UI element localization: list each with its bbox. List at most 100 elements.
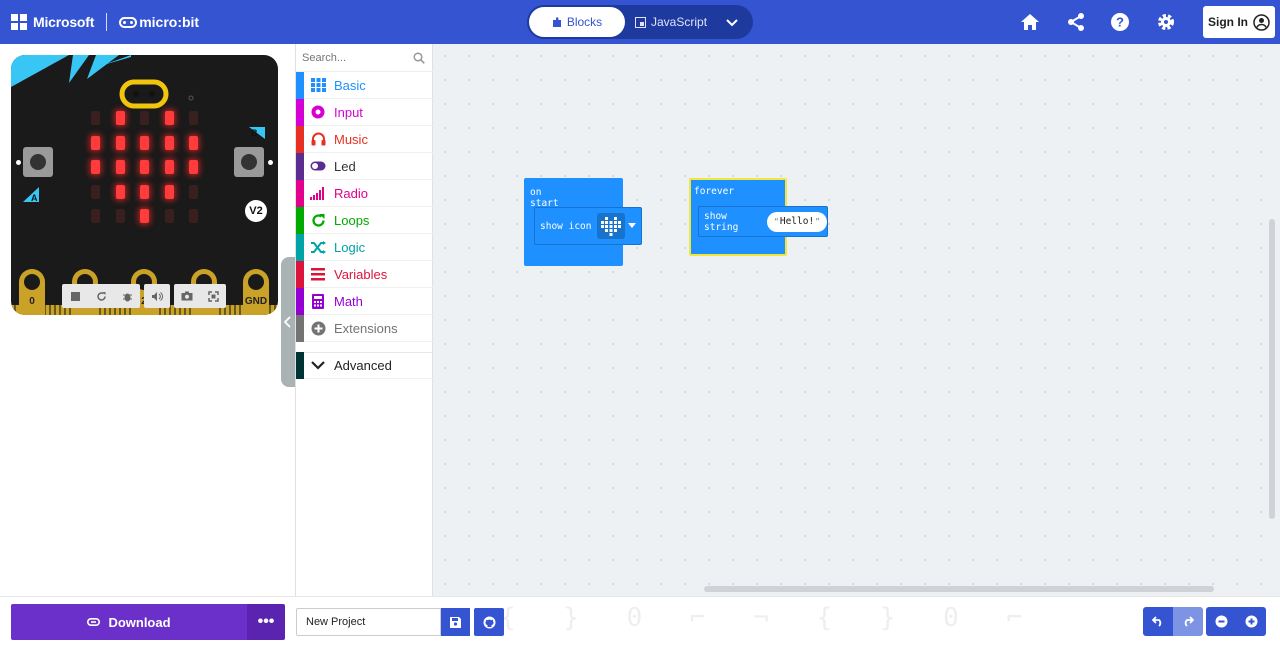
button-b[interactable] [234,147,264,177]
show-icon-block[interactable]: show icon [534,207,642,245]
list-icon [310,266,326,282]
tab-blocks-label: Blocks [566,15,603,29]
vertical-scrollbar[interactable] [1269,219,1275,519]
category-led[interactable]: Led [296,152,433,180]
speaker-icon [152,291,163,301]
brand[interactable]: Microsoft micro:bit [11,13,199,31]
category-logic[interactable]: Logic [296,233,433,261]
led-pixel [115,209,125,223]
sign-in-button[interactable]: Sign In [1203,6,1275,38]
tab-javascript[interactable]: JavaScript [635,7,725,37]
project-name-input[interactable] [296,608,441,636]
tab-blocks[interactable]: Blocks [529,7,625,37]
share-icon[interactable] [1065,11,1087,33]
collapse-simulator-handle[interactable] [281,257,295,387]
svg-text:B: B [251,128,258,138]
zoom-out-button[interactable] [1206,607,1236,636]
category-label: Advanced [334,358,392,373]
microbit-logo: micro:bit [119,14,199,30]
led-pixel [140,111,149,125]
led-pixel [164,209,174,223]
fullscreen-icon [207,290,219,302]
gear-icon[interactable] [1155,11,1177,33]
chevron-down-icon[interactable] [723,13,741,31]
category-math[interactable]: Math [296,287,433,315]
toggle-icon [310,158,326,174]
led-pixel [164,135,174,150]
horizontal-scrollbar[interactable] [704,586,1214,592]
category-stripe [296,179,304,207]
minus-circle-icon [1215,615,1227,628]
category-label: Radio [334,185,368,201]
makecode-editor: Microsoft micro:bit Blocks JavaScript ? … [0,0,1280,646]
microsoft-logo-icon [11,14,27,30]
search-input[interactable] [302,49,412,67]
button-a[interactable] [23,147,53,177]
pin-gnd[interactable] [243,269,269,315]
string-input[interactable]: “ Hello! ” [767,211,827,232]
category-label: Loops [334,212,370,228]
led-pixel [91,135,100,150]
help-icon[interactable]: ? [1109,11,1131,33]
show-string-block[interactable]: show string “ Hello! ” [698,206,828,237]
category-stripe [296,152,304,180]
github-icon [483,616,495,628]
category-label: Variables [334,266,388,282]
bug-icon [122,293,132,301]
download-button[interactable]: Download [11,604,247,640]
category-radio[interactable]: Radio [296,179,433,207]
string-value: Hello! [779,216,815,227]
fullscreen-button[interactable] [200,284,226,308]
stop-icon [70,291,80,301]
restart-button[interactable] [88,284,114,308]
category-basic[interactable]: Basic [296,71,433,99]
plus-circle-icon [310,320,326,336]
undo-button[interactable] [1143,607,1173,636]
dropdown-arrow-icon[interactable] [628,223,637,229]
screenshot-button[interactable] [174,284,200,308]
js-icon [635,16,646,28]
led-pixel [189,209,198,223]
category-input[interactable]: Input [296,98,433,126]
user-icon [1253,13,1270,31]
simulator-panel: A B A B V2 0 1 2 3V G [0,44,295,596]
forever-label: forever [694,186,735,197]
category-loops[interactable]: Loops [296,206,433,234]
microbit-logo-icon [119,16,138,28]
download-more-button[interactable]: ••• [247,604,285,640]
category-advanced[interactable]: Advanced [296,352,433,379]
debug-button[interactable] [114,284,140,308]
target-icon [310,104,326,120]
category-extensions[interactable]: Extensions [296,314,433,342]
toolbox: Basic Input Music Led Radio Loops [295,44,433,596]
category-music[interactable]: Music [296,125,433,153]
category-variables[interactable]: Variables [296,260,433,288]
search-icon[interactable] [413,52,425,64]
led-pixel [164,160,174,174]
brand-microbit-text: micro:bit [139,14,200,30]
undo-icon [1152,616,1162,627]
grid-icon [310,77,326,93]
chevron-left-icon [284,316,291,328]
save-button[interactable] [441,608,470,636]
category-stripe [296,125,304,153]
category-stripe [296,314,304,342]
pin-0[interactable] [19,269,45,315]
close-quote-icon: ” [815,217,820,226]
led-pixel [189,184,198,199]
mute-button[interactable] [144,284,170,308]
category-stripe [296,71,304,99]
bottom-bar: Download ••• { } 0 ⌐ ¬ { } 0 ⌐ [0,596,1280,646]
editor-mode-switch: Blocks JavaScript [527,5,753,39]
stop-button[interactable] [62,284,88,308]
category-label: Led [334,158,356,174]
plus-circle-icon [1245,615,1257,628]
redo-button[interactable] [1173,607,1203,636]
home-icon[interactable] [1019,11,1041,33]
led-pixel [164,111,174,125]
icon-picker[interactable] [597,213,626,239]
puzzle-icon [552,16,561,27]
blocks-workspace[interactable]: on start show icon forever show string “… [433,44,1280,596]
led-pixel [189,111,198,125]
zoom-in-button[interactable] [1236,607,1266,636]
